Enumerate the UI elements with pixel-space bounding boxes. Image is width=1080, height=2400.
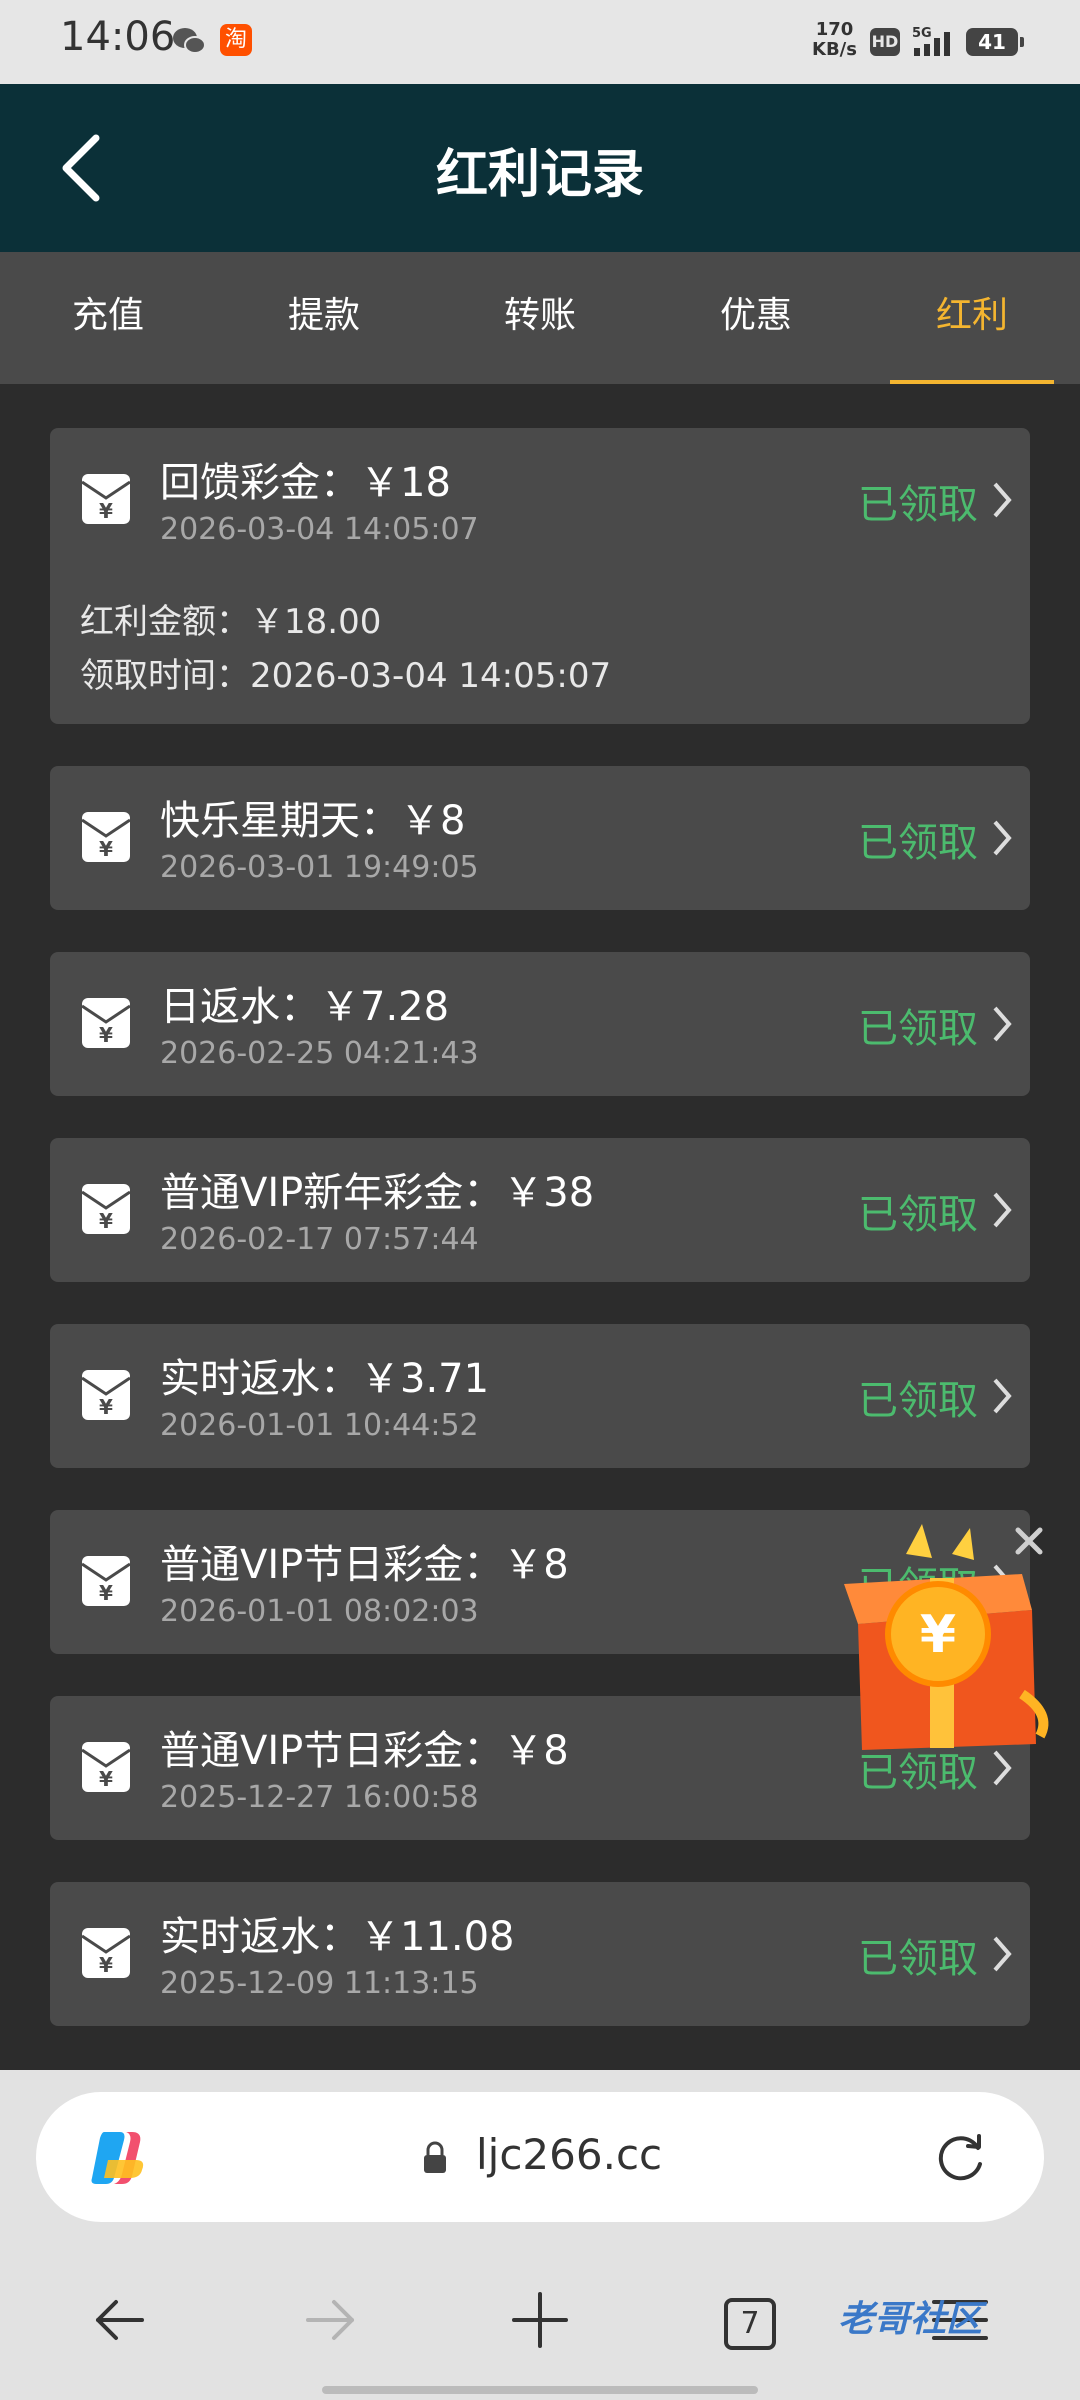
svg-text:¥: ¥ — [920, 1605, 956, 1665]
record-time: 2026-03-04 14:05:07 — [160, 512, 479, 547]
record-time: 2026-03-01 19:49:05 — [160, 850, 479, 885]
close-icon[interactable] — [1010, 1522, 1048, 1560]
claim-time: 领取时间：2026-03-04 14:05:07 — [80, 656, 612, 696]
record-title: 普通VIP新年彩金：￥38 — [160, 1170, 595, 1216]
tab-bonus[interactable]: 红利 — [864, 252, 1080, 384]
chevron-right-icon — [993, 1936, 1012, 1972]
app-header: 红利记录 — [0, 84, 1080, 252]
chevron-right-icon — [993, 1006, 1012, 1042]
tab-promotion[interactable]: 优惠 — [648, 252, 864, 384]
tab-recharge[interactable]: 充值 — [0, 252, 216, 384]
yuan-envelope-icon — [80, 1554, 132, 1608]
yuan-envelope-icon — [80, 472, 132, 526]
chevron-right-icon — [993, 482, 1012, 518]
tab-count-button[interactable]: 7 — [724, 2298, 776, 2350]
record-time: 2025-12-27 16:00:58 — [160, 1780, 479, 1815]
status-badge: 已领取 — [858, 820, 978, 866]
tab-withdraw[interactable]: 提款 — [216, 252, 432, 384]
status-badge: 已领取 — [858, 482, 978, 528]
record-title: 普通VIP节日彩金：￥8 — [160, 1728, 569, 1774]
status-bar: 14:06 淘 170 KB/s HD 5G 41 — [0, 0, 1080, 84]
chevron-right-icon — [993, 1378, 1012, 1414]
net-speed-value: 170 — [815, 19, 854, 40]
chevron-right-icon — [993, 820, 1012, 856]
yuan-envelope-icon — [80, 996, 132, 1050]
home-indicator[interactable] — [322, 2386, 758, 2394]
record-tabs: 充值 提款 转账 优惠 红利 — [0, 252, 1080, 384]
taobao-icon: 淘 — [220, 24, 252, 56]
yuan-envelope-icon — [80, 1368, 132, 1422]
status-badge: 已领取 — [858, 1192, 978, 1238]
record-time: 2026-01-01 10:44:52 — [160, 1408, 479, 1443]
status-badge: 已领取 — [858, 1006, 978, 1052]
record-time: 2026-02-17 07:57:44 — [160, 1222, 479, 1257]
status-time: 14:06 — [60, 14, 176, 60]
url-text: ljc266.cc — [476, 2130, 663, 2179]
status-badge: 已领取 — [858, 1378, 978, 1424]
record-time: 2026-02-25 04:21:43 — [160, 1036, 479, 1071]
copilot-icon[interactable] — [86, 2126, 150, 2188]
status-badge: 已领取 — [858, 1936, 978, 1982]
page-title: 红利记录 — [435, 145, 644, 205]
record-title: 快乐星期天：￥8 — [160, 798, 466, 844]
signal-icon: 5G — [912, 26, 950, 56]
chevron-right-icon — [993, 1192, 1012, 1228]
list-item[interactable]: 普通VIP新年彩金：￥38 2026-02-17 07:57:44 已领取 — [50, 1138, 1030, 1282]
record-time: 2025-12-09 11:13:15 — [160, 1966, 479, 2001]
record-time: 2026-01-01 08:02:03 — [160, 1594, 479, 1629]
lock-icon — [424, 2141, 446, 2173]
hd-icon: HD — [870, 28, 900, 56]
browser-toolbar: ljc266.cc 7 — [0, 2070, 1080, 2400]
svg-text:5G: 5G — [912, 26, 932, 41]
list-item[interactable]: 回馈彩金：￥18 2026-03-04 14:05:07 已领取 红利金额：￥1… — [50, 428, 1030, 724]
list-item[interactable]: 实时返水：￥3.71 2026-01-01 10:44:52 已领取 — [50, 1324, 1030, 1468]
record-title: 普通VIP节日彩金：￥8 — [160, 1542, 569, 1588]
record-title: 日返水：￥7.28 — [160, 984, 450, 1030]
list-item[interactable]: 实时返水：￥11.08 2025-12-09 11:13:15 已领取 — [50, 1882, 1030, 2026]
back-icon[interactable] — [90, 2290, 150, 2350]
net-speed-unit: KB/s — [812, 39, 857, 60]
yuan-envelope-icon — [80, 810, 132, 864]
add-tab-icon[interactable] — [510, 2290, 570, 2350]
record-title: 回馈彩金：￥18 — [160, 460, 451, 506]
list-item[interactable]: 快乐星期天：￥8 2026-03-01 19:49:05 已领取 — [50, 766, 1030, 910]
address-bar[interactable]: ljc266.cc — [36, 2092, 1044, 2222]
watermark: 老哥社区 — [838, 2299, 983, 2340]
bonus-record-list: 回馈彩金：￥18 2026-03-04 14:05:07 已领取 红利金额：￥1… — [50, 428, 1030, 2068]
battery-icon: 41 — [966, 28, 1024, 56]
record-title: 实时返水：￥11.08 — [160, 1914, 515, 1960]
list-item[interactable]: 日返水：￥7.28 2026-02-25 04:21:43 已领取 — [50, 952, 1030, 1096]
record-title: 实时返水：￥3.71 — [160, 1356, 490, 1402]
yuan-envelope-icon — [80, 1740, 132, 1794]
refresh-icon[interactable] — [932, 2130, 988, 2186]
bonus-amount: 红利金额：￥18.00 — [80, 602, 382, 642]
yuan-envelope-icon — [80, 1926, 132, 1980]
forward-icon[interactable] — [300, 2290, 360, 2350]
wechat-icon — [173, 28, 206, 54]
net-speed: 170 KB/s — [812, 20, 857, 60]
tab-transfer[interactable]: 转账 — [432, 252, 648, 384]
yuan-envelope-icon — [80, 1182, 132, 1236]
